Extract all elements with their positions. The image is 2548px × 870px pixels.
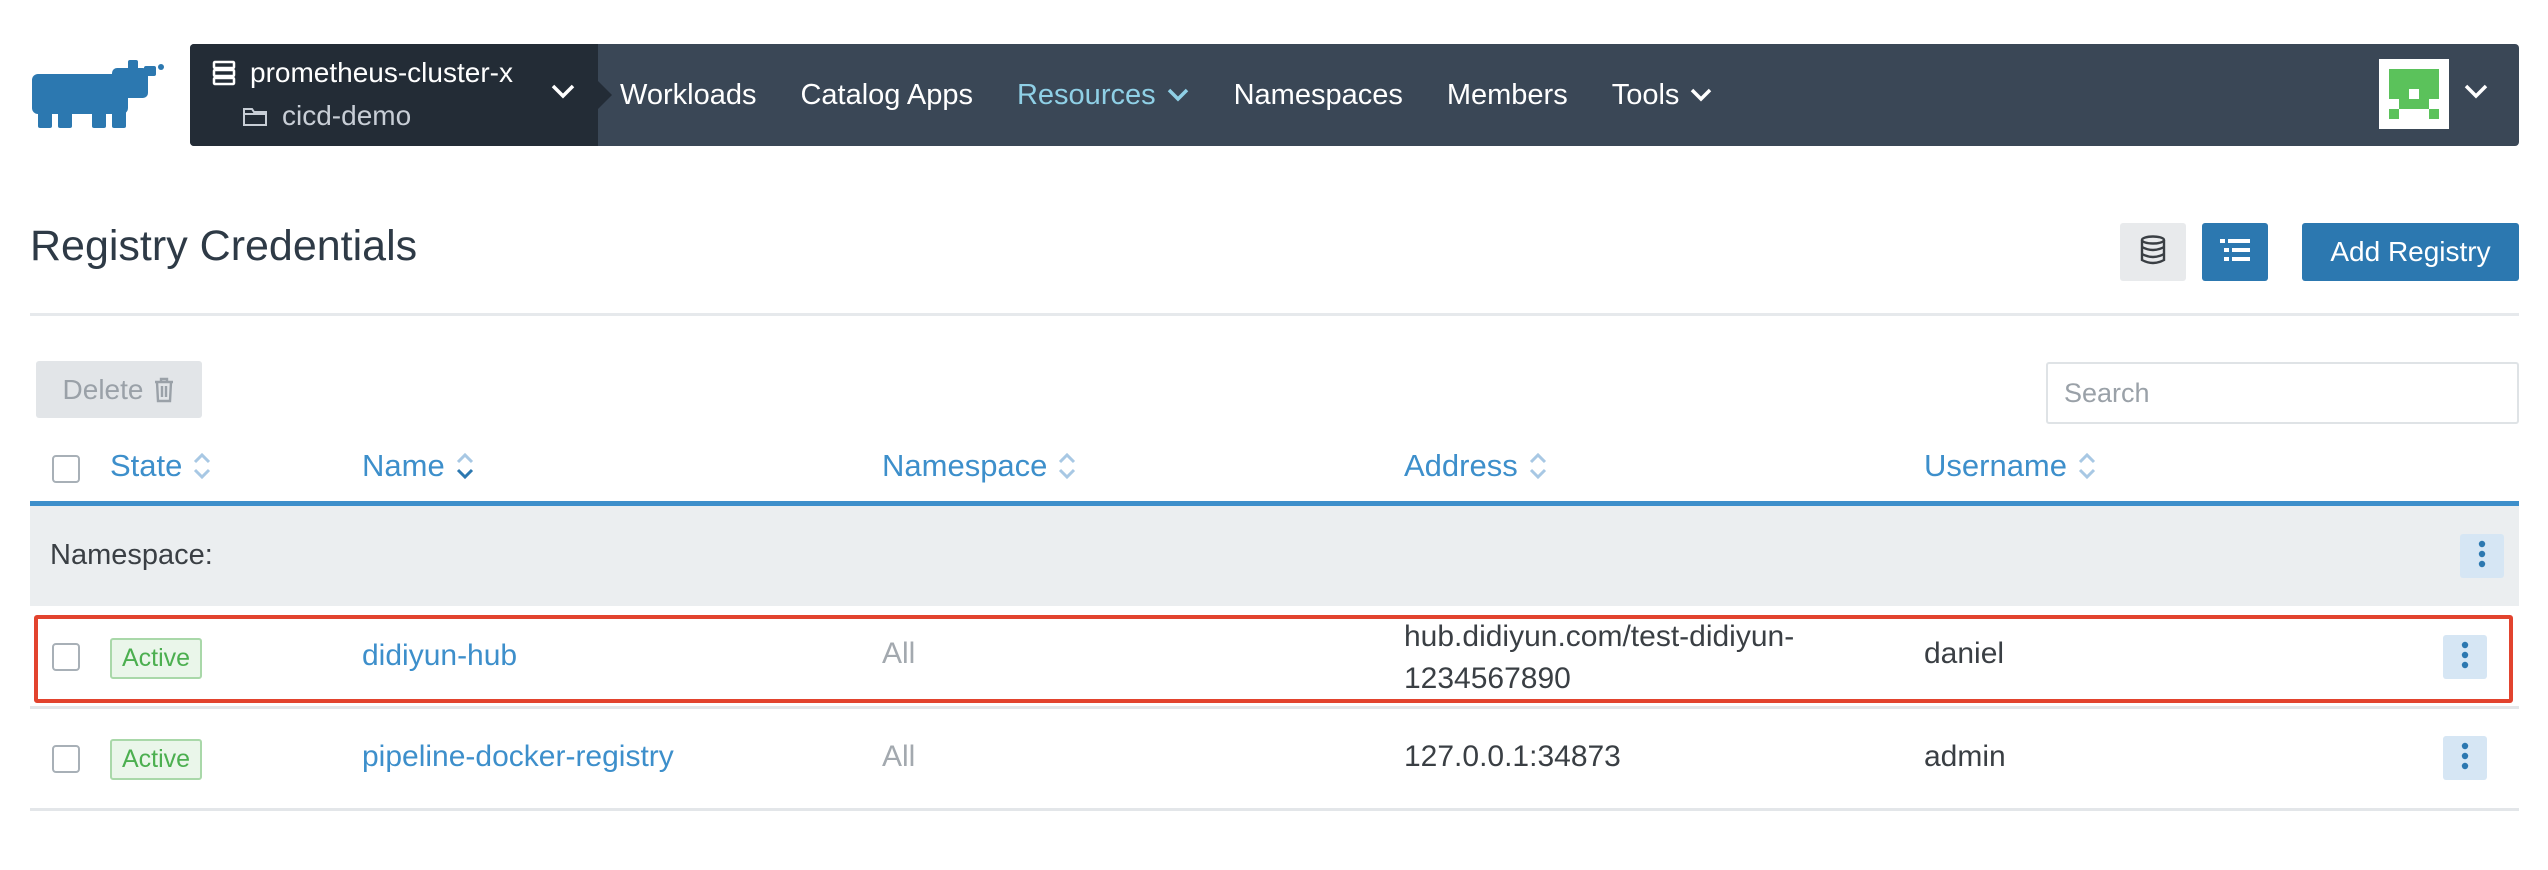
grouped-view-button[interactable] [2120, 223, 2186, 281]
nav-workloads[interactable]: Workloads [620, 79, 756, 112]
sort-icon [192, 451, 212, 481]
list-icon [2220, 238, 2250, 267]
row-divider [30, 808, 2519, 811]
delete-button[interactable]: Delete [36, 361, 202, 418]
sort-icon [2077, 451, 2097, 481]
namespace-cell: All [882, 740, 916, 773]
registry-name-link[interactable]: pipeline-docker-registry [362, 740, 674, 774]
cluster-project-switcher[interactable]: prometheus-cluster-x cicd-demo [190, 44, 612, 146]
trash-icon [153, 377, 175, 403]
column-header-address[interactable]: Address [1404, 448, 1548, 484]
database-icon [2139, 234, 2167, 270]
vertical-dots-icon [2461, 742, 2469, 775]
row-actions-button[interactable] [2443, 736, 2487, 780]
username-cell: admin [1924, 740, 2006, 773]
nav-resources[interactable]: Resources [1017, 79, 1190, 112]
sort-descending-icon [455, 451, 475, 481]
sort-icon [1528, 451, 1548, 481]
column-header-namespace[interactable]: Namespace [882, 448, 1077, 484]
main-nav: Workloads Catalog Apps Resources Namespa… [620, 44, 1757, 146]
sort-icon [1057, 451, 1077, 481]
select-all-checkbox[interactable] [52, 455, 80, 483]
add-registry-button[interactable]: Add Registry [2302, 223, 2519, 281]
user-avatar[interactable] [2379, 59, 2449, 129]
chevron-down-icon [1166, 87, 1190, 103]
group-label: Namespace: [50, 539, 213, 571]
row-checkbox[interactable] [52, 745, 80, 773]
vertical-dots-icon [2478, 540, 2486, 573]
selected-row-highlight [34, 615, 2513, 703]
project-name: cicd-demo [282, 100, 412, 131]
top-navigation-bar: prometheus-cluster-x cicd-demo Workloads… [190, 44, 2519, 146]
chevron-down-icon [1689, 87, 1713, 103]
chevron-down-icon[interactable] [550, 82, 576, 105]
column-header-state[interactable]: State [110, 448, 212, 484]
nav-namespaces[interactable]: Namespaces [1234, 79, 1403, 112]
table-row: Active pipeline-docker-registry All 127.… [30, 709, 2519, 809]
rancher-logo[interactable] [28, 60, 168, 130]
namespace-group-row: Namespace: [30, 506, 2519, 606]
project-selector[interactable]: cicd-demo [242, 100, 411, 132]
page-title: Registry Credentials [30, 222, 418, 270]
search-input[interactable] [2046, 362, 2519, 424]
column-header-username[interactable]: Username [1924, 448, 2097, 484]
cluster-selector[interactable]: prometheus-cluster-x [212, 57, 513, 89]
address-cell: 127.0.0.1:34873 [1404, 740, 1621, 773]
nav-members[interactable]: Members [1447, 79, 1568, 112]
server-stack-icon [212, 60, 236, 86]
group-actions-button[interactable] [2460, 534, 2504, 578]
nav-tools[interactable]: Tools [1612, 79, 1714, 112]
folder-icon [242, 105, 268, 127]
nav-catalog-apps[interactable]: Catalog Apps [800, 79, 973, 112]
chevron-down-icon[interactable] [2463, 82, 2489, 105]
list-view-button[interactable] [2202, 223, 2268, 281]
cluster-name: prometheus-cluster-x [250, 57, 513, 88]
column-header-name[interactable]: Name [362, 448, 475, 484]
title-divider [30, 313, 2519, 316]
status-badge: Active [110, 739, 203, 780]
